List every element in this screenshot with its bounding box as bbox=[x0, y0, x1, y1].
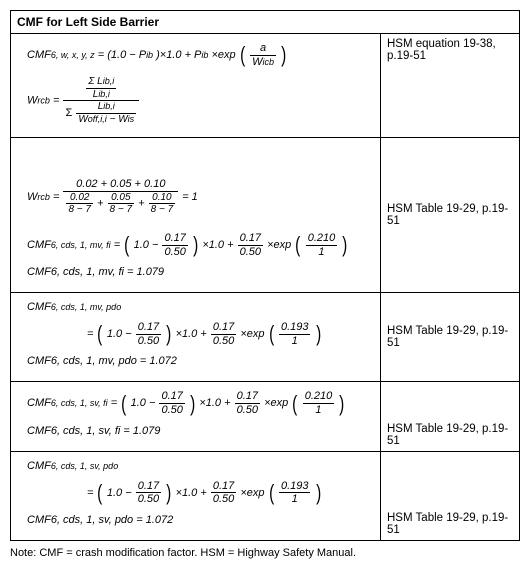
footnote: Note: CMF = crash modification factor. H… bbox=[10, 547, 519, 559]
cell-cmf-line2: CMF6, cds, 1, mv, pdo = ( 1.0 − 0.170.50… bbox=[11, 293, 381, 382]
eq-cmf-line3-result: CMF6, cds, 1, sv, fi = 1.079 bbox=[27, 425, 374, 437]
cell-general-formulas: CMF6, w, x, y, z = (1.0 − Pib )×1.0 + Pi… bbox=[11, 34, 381, 138]
eq-cmf-line2-lhs: CMF6, cds, 1, mv, pdo bbox=[27, 301, 374, 313]
eq-cmf-general: CMF6, w, x, y, z = (1.0 − Pib )×1.0 + Pi… bbox=[27, 42, 374, 68]
cell-cmf-line4: CMF6, cds, 1, sv, pdo = ( 1.0 − 0.170.50… bbox=[11, 451, 381, 540]
eq-cmf-line4-rhs: = ( 1.0 − 0.170.50 ) ×1.0 + 0.170.50 ×ex… bbox=[87, 480, 374, 506]
ref-d: HSM Table 19-29, p.19-51 bbox=[381, 382, 520, 451]
eq-cmf-line1-result: CMF6, cds, 1, mv, fi = 1.079 bbox=[27, 266, 374, 278]
ref-e: HSM Table 19-29, p.19-51 bbox=[381, 451, 520, 540]
eq-cmf-line3: CMF6, cds, 1, sv, fi = ( 1.0 − 0.170.50 … bbox=[27, 390, 374, 416]
ref-c: HSM Table 19-29, p.19-51 bbox=[381, 293, 520, 382]
cmf-table: CMF for Left Side Barrier CMF6, w, x, y,… bbox=[10, 10, 520, 541]
eq-cmf-line4-result: CMF6, cds, 1, sv, pdo = 1.072 bbox=[27, 514, 374, 526]
table-title: CMF for Left Side Barrier bbox=[11, 11, 520, 34]
cell-cmf-line3: CMF6, cds, 1, sv, fi = ( 1.0 − 0.170.50 … bbox=[11, 382, 381, 451]
eq-cmf-line4-lhs: CMF6, cds, 1, sv, pdo bbox=[27, 460, 374, 472]
eq-cmf-line2-rhs: = ( 1.0 − 0.170.50 ) ×1.0 + 0.170.50 ×ex… bbox=[87, 321, 374, 347]
ref-a: HSM equation 19-38, p.19-51 bbox=[381, 34, 520, 138]
eq-cmf-line2-result: CMF6, cds, 1, mv, pdo = 1.072 bbox=[27, 355, 374, 367]
cell-wrcb-numeric: Wrcb = 0.02 + 0.05 + 0.10 0.028 − 7 + 0.… bbox=[11, 138, 381, 293]
ref-b: HSM Table 19-29, p.19-51 bbox=[381, 138, 520, 293]
eq-cmf-line1: CMF6, cds, 1, mv, fi = ( 1.0 − 0.170.50 … bbox=[27, 232, 374, 258]
eq-wrcb-numeric: Wrcb = 0.02 + 0.05 + 0.10 0.028 − 7 + 0.… bbox=[27, 178, 374, 216]
eq-wrcb-general: Wrcb = Σ Lib,i Lib,i Σ Lib,i Woff,i,i − … bbox=[27, 76, 374, 125]
